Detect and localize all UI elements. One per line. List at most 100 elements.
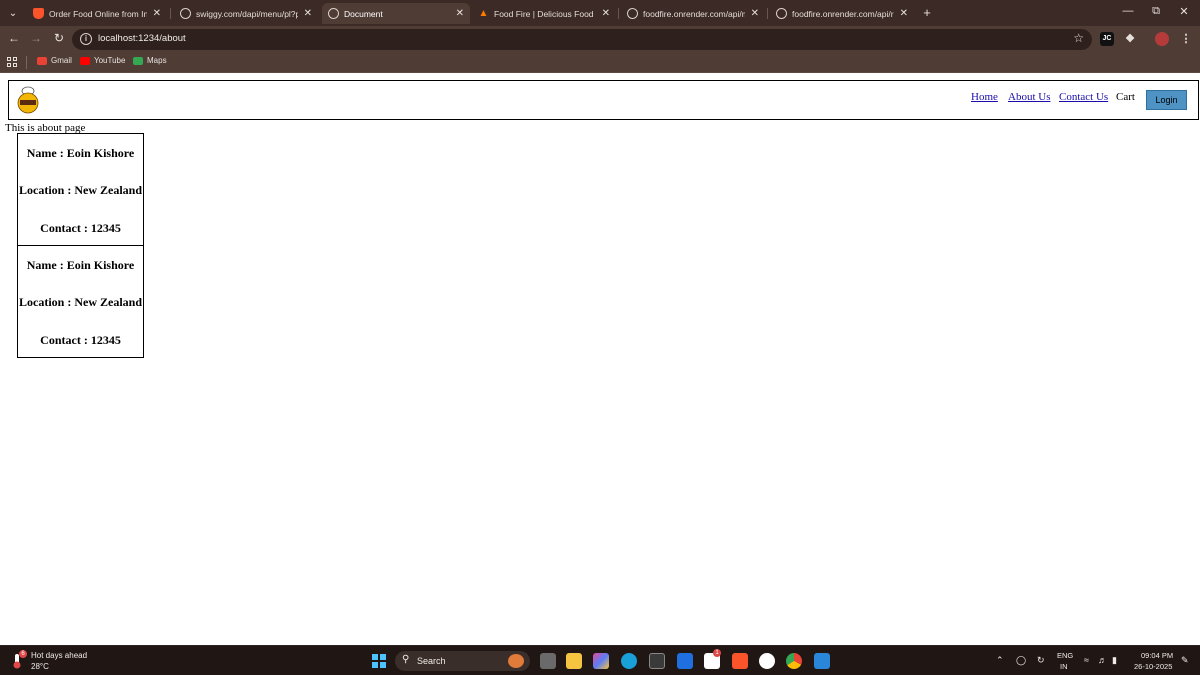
reload-icon[interactable]: ↻ <box>52 31 66 45</box>
wifi-icon[interactable]: ≈ <box>1084 655 1089 665</box>
profile-avatar-icon[interactable] <box>1155 32 1169 46</box>
page-viewport: Home About Us Contact Us Cart Login This… <box>0 73 1200 645</box>
tab-search-button[interactable]: ⌄ <box>4 4 22 22</box>
nav-cart[interactable]: Cart <box>1116 91 1135 103</box>
youtube-icon <box>80 56 90 65</box>
battery-icon[interactable]: ▮ <box>1112 655 1117 666</box>
bookmark-star-icon[interactable]: ☆ <box>1073 31 1084 45</box>
profile-name: Name : Eoin Kishore <box>26 258 135 272</box>
bookmark-gmail[interactable]: Gmail <box>37 56 72 65</box>
fire-icon: ▲ <box>478 8 489 19</box>
bookmark-label: Maps <box>147 56 167 65</box>
tab-separator <box>767 8 768 19</box>
address-bar[interactable]: i localhost:1234/about ☆ <box>72 29 1092 50</box>
gmail-icon <box>37 56 47 65</box>
bookmark-maps[interactable]: Maps <box>133 56 167 65</box>
search-highlight-icon <box>508 654 524 668</box>
nav-link-about[interactable]: About Us <box>1008 91 1050 103</box>
language-indicator[interactable]: ENG <box>1057 651 1073 660</box>
login-button[interactable]: Login <box>1146 90 1187 110</box>
tab-document[interactable]: Document ✕ <box>322 3 470 24</box>
nav-link-contact[interactable]: Contact Us <box>1059 91 1108 103</box>
sync-icon[interactable]: ↻ <box>1037 655 1045 666</box>
task-view-icon[interactable] <box>540 653 556 669</box>
tab-food-fire[interactable]: ▲ Food Fire | Delicious Food for y ✕ <box>472 3 616 24</box>
nav-link-home[interactable]: Home <box>971 91 998 103</box>
bookmark-youtube[interactable]: YouTube <box>80 56 125 65</box>
globe-icon <box>180 8 191 19</box>
linkedin-badge: 1 <box>713 649 721 657</box>
weather-temperature[interactable]: 28°C <box>31 662 49 671</box>
profile-location: Location : New Zealand <box>19 183 142 197</box>
site-info-icon[interactable]: i <box>80 33 92 45</box>
tab-separator <box>618 8 619 19</box>
taskbar-search[interactable]: ⚲ Search <box>395 651 530 671</box>
profile-card: Name : Eoin Kishore Location : New Zeala… <box>17 133 144 246</box>
volume-icon[interactable]: ♬ <box>1098 655 1107 665</box>
tab-foodfire-menu[interactable]: foodfire.onrender.com/api/me ✕ <box>621 3 765 24</box>
close-tab-icon[interactable]: ✕ <box>153 8 161 19</box>
file-explorer-icon[interactable] <box>566 653 582 669</box>
tab-title: foodfire.onrender.com/api/rest <box>792 8 894 19</box>
weather-badge: 6 <box>19 650 27 658</box>
close-tab-icon[interactable]: ✕ <box>304 8 312 19</box>
search-icon: ⚲ <box>402 654 410 665</box>
taskbar-search-label: Search <box>417 656 446 666</box>
taskbar: 6 Hot days ahead 28°C ⚲ Search 1 ⌃ ◯ ↻ E… <box>0 645 1200 675</box>
tab-title: Document <box>344 8 383 19</box>
profile-name: Name : Eoin Kishore <box>26 146 135 160</box>
forward-icon[interactable]: → <box>29 31 43 45</box>
profile-card: Name : Eoin Kishore Location : New Zeala… <box>17 245 144 358</box>
back-icon[interactable]: ← <box>7 31 21 45</box>
notifications-off-icon[interactable]: ◯ <box>1016 655 1026 666</box>
tab-swiggy-api[interactable]: swiggy.com/dapi/menu/pl?pag ✕ <box>174 3 318 24</box>
region-indicator[interactable]: IN <box>1060 662 1068 671</box>
close-tab-icon[interactable]: ✕ <box>456 8 464 19</box>
site-header: Home About Us Contact Us Cart Login <box>8 80 1199 120</box>
weather-title[interactable]: Hot days ahead <box>31 651 87 660</box>
tab-foodfire-restaurants[interactable]: foodfire.onrender.com/api/rest ✕ <box>770 3 914 24</box>
tab-title: Food Fire | Delicious Food for y <box>494 8 596 19</box>
new-tab-button[interactable]: + <box>920 5 934 20</box>
brave-browser-icon[interactable] <box>732 653 748 669</box>
store-icon[interactable] <box>649 653 665 669</box>
dropbox-icon[interactable] <box>677 653 693 669</box>
pie-app-icon[interactable] <box>759 653 775 669</box>
profile-contact: Contact : 12345 <box>40 333 121 347</box>
puzzle-icon[interactable]: ❖ <box>1123 32 1137 46</box>
address-url[interactable]: localhost:1234/about <box>98 33 186 44</box>
restore-icon[interactable]: ⧉ <box>1149 5 1163 18</box>
extension-icon[interactable]: JC <box>1100 32 1114 46</box>
clock-date[interactable]: 26-10-2025 <box>1134 662 1172 671</box>
close-tab-icon[interactable]: ✕ <box>602 8 610 19</box>
bookmark-label: YouTube <box>94 56 126 65</box>
windows-start-icon[interactable] <box>372 654 386 668</box>
tab-order-food[interactable]: Order Food Online from India's ✕ <box>27 3 167 24</box>
close-window-icon[interactable]: ✕ <box>1177 5 1191 18</box>
apps-grid-icon[interactable] <box>7 57 17 67</box>
more-menu-icon[interactable]: ⋮ <box>1179 32 1193 46</box>
minimize-icon[interactable]: — <box>1121 5 1135 17</box>
tab-separator <box>170 8 171 19</box>
chevron-up-icon[interactable]: ⌃ <box>996 655 1004 666</box>
edge-icon[interactable] <box>621 653 637 669</box>
tab-strip: ⌄ Order Food Online from India's ✕ swigg… <box>0 0 1200 26</box>
kitchen-logo-icon[interactable] <box>16 86 40 114</box>
copilot-icon[interactable] <box>593 653 609 669</box>
globe-icon <box>627 8 638 19</box>
bookmarks-bar: Gmail YouTube Maps <box>0 52 1200 73</box>
maps-icon <box>133 56 143 65</box>
notification-bell-icon[interactable]: ✎ <box>1181 655 1189 666</box>
close-tab-icon[interactable]: ✕ <box>751 8 759 19</box>
tab-title: foodfire.onrender.com/api/me <box>643 8 745 19</box>
vscode-icon[interactable] <box>814 653 830 669</box>
brave-icon <box>33 8 44 19</box>
globe-icon <box>776 8 787 19</box>
close-tab-icon[interactable]: ✕ <box>900 8 908 19</box>
tab-title: Order Food Online from India's <box>49 8 147 19</box>
chrome-icon[interactable] <box>786 653 802 669</box>
clock-time[interactable]: 09:04 PM <box>1141 651 1173 660</box>
globe-icon <box>328 8 339 19</box>
profile-location: Location : New Zealand <box>19 295 142 309</box>
profile-contact: Contact : 12345 <box>40 221 121 235</box>
